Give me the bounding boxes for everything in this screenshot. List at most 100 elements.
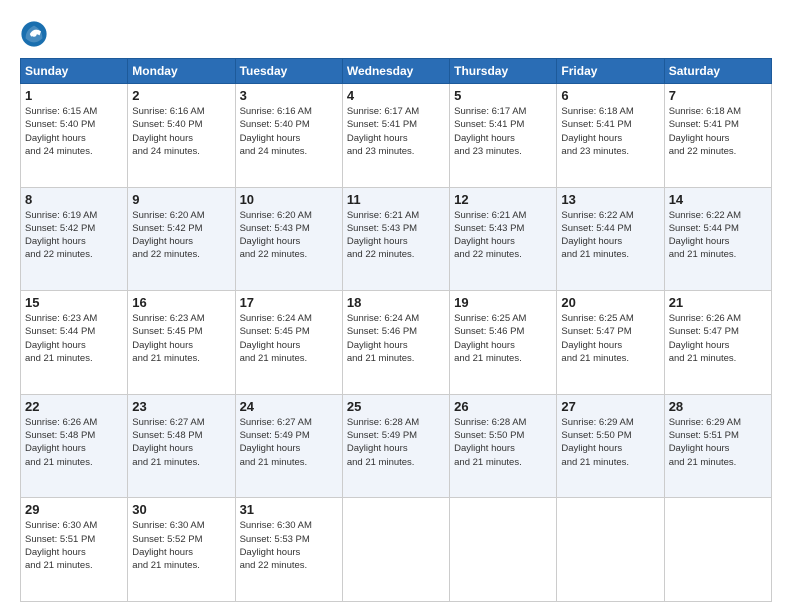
day-info: Sunrise: 6:21 AMSunset: 5:43 PMDaylight … [454,209,552,262]
calendar-cell: 31Sunrise: 6:30 AMSunset: 5:53 PMDayligh… [235,498,342,602]
calendar-cell: 9 Sunrise: 6:20 AMSunset: 5:42 PMDaylight… [128,187,235,291]
day-info: Sunrise: 6:29 AMSunset: 5:50 PMDaylight … [561,416,659,469]
day-number: 29 [25,502,123,517]
calendar-cell: 20Sunrise: 6:25 AMSunset: 5:47 PMDayligh… [557,291,664,395]
day-info: Sunrise: 6:21 AMSunset: 5:43 PMDaylight … [347,209,445,262]
day-number: 12 [454,192,552,207]
day-info: Sunrise: 6:26 AMSunset: 5:48 PMDaylight … [25,416,123,469]
day-number: 7 [669,88,767,103]
day-number: 1 [25,88,123,103]
day-info: Sunrise: 6:30 AMSunset: 5:52 PMDaylight … [132,519,230,572]
calendar-cell: 5Sunrise: 6:17 AMSunset: 5:41 PMDaylight… [450,84,557,188]
logo-icon [20,20,48,48]
day-info: Sunrise: 6:27 AMSunset: 5:49 PMDaylight … [240,416,338,469]
calendar-week-row: 15 Sunrise: 6:23 AMSunset: 5:44 PMDayligh… [21,291,772,395]
day-number: 5 [454,88,552,103]
day-info: Sunrise: 6:23 AMSunset: 5:44 PMDaylight … [25,312,123,365]
calendar-cell: 13 Sunrise: 6:22 AMSunset: 5:44 PMDayligh… [557,187,664,291]
day-info: Sunrise: 6:20 AMSunset: 5:43 PMDaylight … [240,209,338,262]
day-number: 15 [25,295,123,310]
calendar-cell: 6 Sunrise: 6:18 AMSunset: 5:41 PMDaylight… [557,84,664,188]
day-header-sunday: Sunday [21,59,128,84]
calendar-cell: 17 Sunrise: 6:24 AMSunset: 5:45 PMDayligh… [235,291,342,395]
day-number: 11 [347,192,445,207]
calendar-cell: 15 Sunrise: 6:23 AMSunset: 5:44 PMDayligh… [21,291,128,395]
calendar-cell: 14 Sunrise: 6:22 AMSunset: 5:44 PMDayligh… [664,187,771,291]
day-number: 31 [240,502,338,517]
day-number: 14 [669,192,767,207]
calendar-cell: 4 Sunrise: 6:17 AMSunset: 5:41 PMDaylight… [342,84,449,188]
day-info: Sunrise: 6:24 AMSunset: 5:46 PMDaylight … [347,312,445,365]
day-info: Sunrise: 6:22 AMSunset: 5:44 PMDaylight … [561,209,659,262]
day-info: Sunrise: 6:22 AMSunset: 5:44 PMDaylight … [669,209,767,262]
day-number: 19 [454,295,552,310]
day-number: 16 [132,295,230,310]
day-number: 9 [132,192,230,207]
day-number: 2 [132,88,230,103]
calendar-cell [664,498,771,602]
calendar-cell: 16 Sunrise: 6:23 AMSunset: 5:45 PMDayligh… [128,291,235,395]
day-header-thursday: Thursday [450,59,557,84]
day-info: Sunrise: 6:26 AMSunset: 5:47 PMDaylight … [669,312,767,365]
day-header-saturday: Saturday [664,59,771,84]
calendar-week-row: 1 Sunrise: 6:15 AMSunset: 5:40 PMDaylight… [21,84,772,188]
day-info: Sunrise: 6:29 AMSunset: 5:51 PMDaylight … [669,416,767,469]
day-number: 17 [240,295,338,310]
day-header-wednesday: Wednesday [342,59,449,84]
day-number: 22 [25,399,123,414]
day-number: 27 [561,399,659,414]
day-info: Sunrise: 6:18 AMSunset: 5:41 PMDaylight … [561,105,659,158]
calendar-cell: 24 Sunrise: 6:27 AMSunset: 5:49 PMDayligh… [235,394,342,498]
day-info: Sunrise: 6:28 AMSunset: 5:50 PMDaylight … [454,416,552,469]
day-number: 3 [240,88,338,103]
calendar-table: SundayMondayTuesdayWednesdayThursdayFrid… [20,58,772,602]
day-number: 23 [132,399,230,414]
calendar-cell: 7Sunrise: 6:18 AMSunset: 5:41 PMDaylight… [664,84,771,188]
day-info: Sunrise: 6:17 AMSunset: 5:41 PMDaylight … [347,105,445,158]
day-number: 6 [561,88,659,103]
day-info: Sunrise: 6:15 AMSunset: 5:40 PMDaylight … [25,105,123,158]
calendar-cell [557,498,664,602]
day-info: Sunrise: 6:25 AMSunset: 5:47 PMDaylight … [561,312,659,365]
day-info: Sunrise: 6:25 AMSunset: 5:46 PMDaylight … [454,312,552,365]
calendar-cell: 28 Sunrise: 6:29 AMSunset: 5:51 PMDayligh… [664,394,771,498]
calendar-cell: 25Sunrise: 6:28 AMSunset: 5:49 PMDayligh… [342,394,449,498]
day-number: 26 [454,399,552,414]
calendar-cell: 22 Sunrise: 6:26 AMSunset: 5:48 PMDayligh… [21,394,128,498]
header [20,16,772,48]
calendar-header-row: SundayMondayTuesdayWednesdayThursdayFrid… [21,59,772,84]
day-info: Sunrise: 6:19 AMSunset: 5:42 PMDaylight … [25,209,123,262]
day-number: 24 [240,399,338,414]
day-number: 28 [669,399,767,414]
calendar-week-row: 8 Sunrise: 6:19 AMSunset: 5:42 PMDaylight… [21,187,772,291]
day-number: 4 [347,88,445,103]
day-info: Sunrise: 6:16 AMSunset: 5:40 PMDaylight … [240,105,338,158]
calendar-cell: 26 Sunrise: 6:28 AMSunset: 5:50 PMDayligh… [450,394,557,498]
calendar-cell: 12 Sunrise: 6:21 AMSunset: 5:43 PMDayligh… [450,187,557,291]
calendar-cell [342,498,449,602]
calendar-cell: 23 Sunrise: 6:27 AMSunset: 5:48 PMDayligh… [128,394,235,498]
calendar-cell: 29Sunrise: 6:30 AMSunset: 5:51 PMDayligh… [21,498,128,602]
logo [20,20,52,48]
calendar-cell: 30Sunrise: 6:30 AMSunset: 5:52 PMDayligh… [128,498,235,602]
calendar-cell: 3 Sunrise: 6:16 AMSunset: 5:40 PMDaylight… [235,84,342,188]
day-info: Sunrise: 6:28 AMSunset: 5:49 PMDaylight … [347,416,445,469]
calendar-cell: 27 Sunrise: 6:29 AMSunset: 5:50 PMDayligh… [557,394,664,498]
calendar-cell: 18Sunrise: 6:24 AMSunset: 5:46 PMDayligh… [342,291,449,395]
day-number: 13 [561,192,659,207]
day-number: 21 [669,295,767,310]
calendar-cell: 21 Sunrise: 6:26 AMSunset: 5:47 PMDayligh… [664,291,771,395]
calendar-cell [450,498,557,602]
day-info: Sunrise: 6:24 AMSunset: 5:45 PMDaylight … [240,312,338,365]
calendar-cell: 2Sunrise: 6:16 AMSunset: 5:40 PMDaylight… [128,84,235,188]
day-header-tuesday: Tuesday [235,59,342,84]
calendar-cell: 19 Sunrise: 6:25 AMSunset: 5:46 PMDayligh… [450,291,557,395]
calendar-week-row: 22 Sunrise: 6:26 AMSunset: 5:48 PMDayligh… [21,394,772,498]
day-info: Sunrise: 6:20 AMSunset: 5:42 PMDaylight … [132,209,230,262]
day-number: 10 [240,192,338,207]
day-info: Sunrise: 6:23 AMSunset: 5:45 PMDaylight … [132,312,230,365]
day-info: Sunrise: 6:27 AMSunset: 5:48 PMDaylight … [132,416,230,469]
calendar-cell: 10 Sunrise: 6:20 AMSunset: 5:43 PMDayligh… [235,187,342,291]
calendar-cell: 11 Sunrise: 6:21 AMSunset: 5:43 PMDayligh… [342,187,449,291]
day-number: 8 [25,192,123,207]
